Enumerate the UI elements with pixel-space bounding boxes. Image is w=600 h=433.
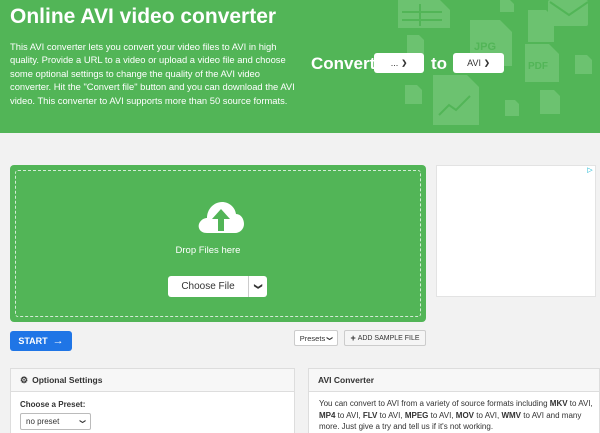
source-format-select[interactable]: ... ❯ bbox=[374, 53, 424, 73]
optional-settings-title: Optional Settings bbox=[32, 375, 103, 385]
convert-label: Convert bbox=[311, 54, 376, 73]
drop-files-text: Drop Files here bbox=[175, 245, 241, 256]
plus-icon: + bbox=[350, 333, 356, 343]
arrow-right-icon: → bbox=[52, 335, 64, 347]
gear-icon: ⚙ bbox=[20, 374, 29, 385]
add-sample-label: ADD SAMPLE FILE bbox=[357, 334, 420, 342]
presets-dropdown[interactable]: Presets ❯ bbox=[294, 330, 338, 346]
file-drop-zone[interactable] bbox=[10, 165, 426, 322]
chevron-down-icon: ❯ bbox=[483, 60, 490, 67]
optional-settings-header: ⚙ Optional Settings bbox=[11, 369, 294, 392]
hero-header: JPG PDF Online AVI video converter This … bbox=[0, 0, 600, 133]
chevron-down-icon: ❯ bbox=[401, 60, 408, 67]
svg-text:JPG: JPG bbox=[474, 41, 496, 53]
presets-label: Presets bbox=[299, 333, 326, 343]
choose-file-button[interactable]: Choose File bbox=[168, 276, 249, 297]
ad-area: ▷ bbox=[436, 165, 596, 297]
page-title: Online AVI video converter bbox=[10, 5, 277, 28]
cloud-upload-icon bbox=[198, 202, 244, 233]
to-label: to bbox=[431, 54, 448, 73]
add-sample-file-button[interactable]: + ADD SAMPLE FILE bbox=[344, 330, 426, 346]
start-button[interactable]: START → bbox=[10, 331, 72, 351]
chevron-down-icon: ❯ bbox=[253, 283, 263, 290]
source-format-value: ... bbox=[390, 58, 399, 68]
target-format-select[interactable]: AVI ❯ bbox=[453, 53, 504, 73]
choose-file-button-group: Choose File ❯ bbox=[168, 276, 267, 297]
avi-converter-description: You can convert to AVI from a variety of… bbox=[319, 399, 593, 431]
upload-source-dropdown[interactable]: ❯ bbox=[249, 276, 267, 297]
target-format-value: AVI bbox=[467, 58, 481, 68]
ad-choices-icon[interactable]: ▷ bbox=[586, 167, 594, 175]
chevron-down-icon: ❯ bbox=[326, 335, 333, 341]
chevron-down-icon: ❯ bbox=[78, 418, 85, 425]
avi-converter-info-panel: AVI Converter You can convert to AVI fro… bbox=[308, 368, 600, 433]
preset-select-value: no preset bbox=[26, 417, 60, 426]
avi-converter-title: AVI Converter bbox=[318, 375, 375, 385]
preset-select[interactable]: no preset ❯ bbox=[20, 413, 91, 430]
start-label: START bbox=[18, 336, 48, 346]
svg-text:PDF: PDF bbox=[528, 61, 548, 72]
avi-converter-header: AVI Converter bbox=[309, 369, 599, 392]
preset-label: Choose a Preset: bbox=[20, 400, 86, 409]
page-description: This AVI converter lets you convert your… bbox=[10, 41, 295, 106]
